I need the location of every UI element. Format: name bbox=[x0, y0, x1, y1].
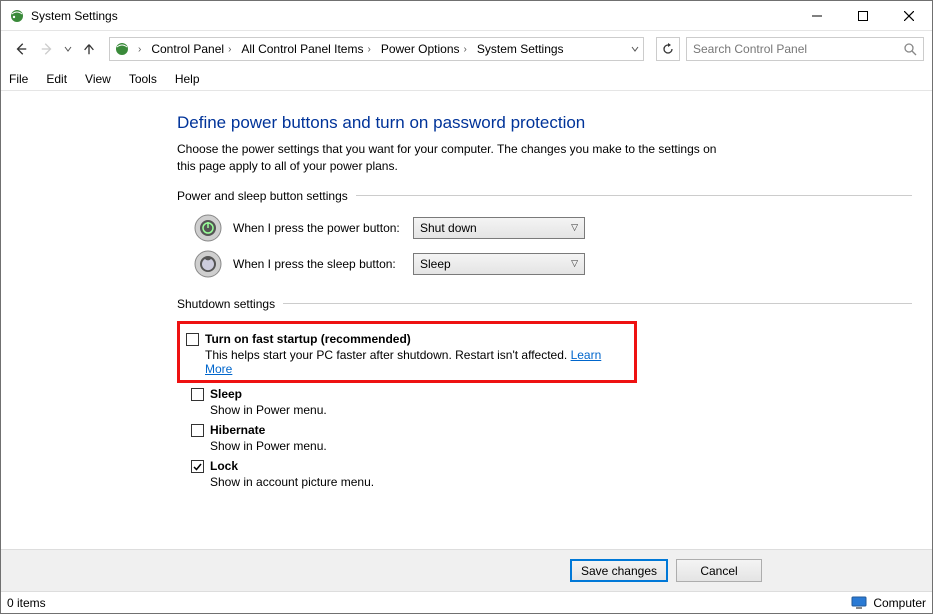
sleep-button-row: When I press the sleep button: Sleep▽ bbox=[177, 249, 912, 279]
breadcrumb-all-items[interactable]: All Control Panel Items› bbox=[237, 38, 374, 60]
close-button[interactable] bbox=[886, 1, 932, 30]
lock-option-label: Lock bbox=[210, 459, 238, 473]
fast-startup-checkbox[interactable] bbox=[186, 333, 199, 346]
power-icon bbox=[193, 213, 223, 243]
maximize-button[interactable] bbox=[840, 1, 886, 30]
forward-button[interactable] bbox=[35, 37, 59, 61]
window-controls bbox=[794, 1, 932, 30]
page-heading: Define power buttons and turn on passwor… bbox=[177, 113, 912, 133]
navbar: › Control Panel› All Control Panel Items… bbox=[1, 31, 932, 67]
sleep-button-label: When I press the sleep button: bbox=[233, 257, 413, 271]
window: System Settings bbox=[0, 0, 933, 614]
chevron-down-icon: ▽ bbox=[571, 258, 578, 269]
power-button-label: When I press the power button: bbox=[233, 221, 413, 235]
lock-checkbox[interactable] bbox=[191, 460, 204, 473]
save-changes-button[interactable]: Save changes bbox=[570, 559, 668, 582]
menu-view[interactable]: View bbox=[83, 70, 113, 88]
hibernate-option-label: Hibernate bbox=[210, 423, 265, 437]
sleep-icon bbox=[193, 249, 223, 279]
menu-edit[interactable]: Edit bbox=[44, 70, 69, 88]
menu-tools[interactable]: Tools bbox=[127, 70, 159, 88]
power-button-row: When I press the power button: Shut down… bbox=[177, 213, 912, 243]
search-input[interactable]: Search Control Panel bbox=[686, 37, 924, 61]
hibernate-option-desc: Show in Power menu. bbox=[210, 439, 912, 453]
app-icon bbox=[9, 8, 25, 24]
breadcrumb-power-options[interactable]: Power Options› bbox=[377, 38, 471, 60]
content-area: Define power buttons and turn on passwor… bbox=[1, 91, 932, 549]
minimize-button[interactable] bbox=[794, 1, 840, 30]
search-placeholder: Search Control Panel bbox=[693, 42, 903, 56]
address-dropdown-icon[interactable] bbox=[631, 45, 639, 53]
status-location: Computer bbox=[873, 596, 926, 610]
sleep-checkbox[interactable] bbox=[191, 388, 204, 401]
refresh-button[interactable] bbox=[656, 37, 680, 61]
sleep-option-label: Sleep bbox=[210, 387, 242, 401]
power-button-select[interactable]: Shut down▽ bbox=[413, 217, 585, 239]
location-icon bbox=[114, 41, 130, 57]
lock-option-desc: Show in account picture menu. bbox=[210, 475, 912, 489]
up-button[interactable] bbox=[77, 37, 101, 61]
fast-startup-label: Turn on fast startup (recommended) bbox=[205, 332, 411, 346]
section-power-sleep: Power and sleep button settings bbox=[177, 189, 912, 203]
section-shutdown: Shutdown settings bbox=[177, 297, 912, 311]
page-description: Choose the power settings that you want … bbox=[177, 141, 737, 175]
breadcrumb-system-settings[interactable]: System Settings bbox=[473, 38, 568, 60]
sleep-option-desc: Show in Power menu. bbox=[210, 403, 912, 417]
status-item-count: 0 items bbox=[7, 596, 46, 610]
search-icon bbox=[903, 42, 917, 56]
recent-locations-button[interactable] bbox=[61, 45, 75, 53]
titlebar: System Settings bbox=[1, 1, 932, 31]
cancel-button[interactable]: Cancel bbox=[676, 559, 762, 582]
address-bar[interactable]: › Control Panel› All Control Panel Items… bbox=[109, 37, 644, 61]
breadcrumb-sep[interactable]: › bbox=[134, 38, 145, 60]
fast-startup-desc: This helps start your PC faster after sh… bbox=[205, 348, 571, 362]
computer-icon bbox=[851, 596, 867, 610]
sleep-button-select[interactable]: Sleep▽ bbox=[413, 253, 585, 275]
statusbar: 0 items Computer bbox=[1, 591, 932, 613]
hibernate-checkbox[interactable] bbox=[191, 424, 204, 437]
back-button[interactable] bbox=[9, 37, 33, 61]
menubar: File Edit View Tools Help bbox=[1, 67, 932, 91]
window-title: System Settings bbox=[31, 9, 118, 23]
menu-help[interactable]: Help bbox=[173, 70, 202, 88]
menu-file[interactable]: File bbox=[7, 70, 30, 88]
fast-startup-highlight: Turn on fast startup (recommended) This … bbox=[177, 321, 637, 383]
chevron-down-icon: ▽ bbox=[571, 222, 578, 233]
breadcrumb-control-panel[interactable]: Control Panel› bbox=[147, 38, 235, 60]
button-bar: Save changes Cancel bbox=[1, 549, 932, 591]
